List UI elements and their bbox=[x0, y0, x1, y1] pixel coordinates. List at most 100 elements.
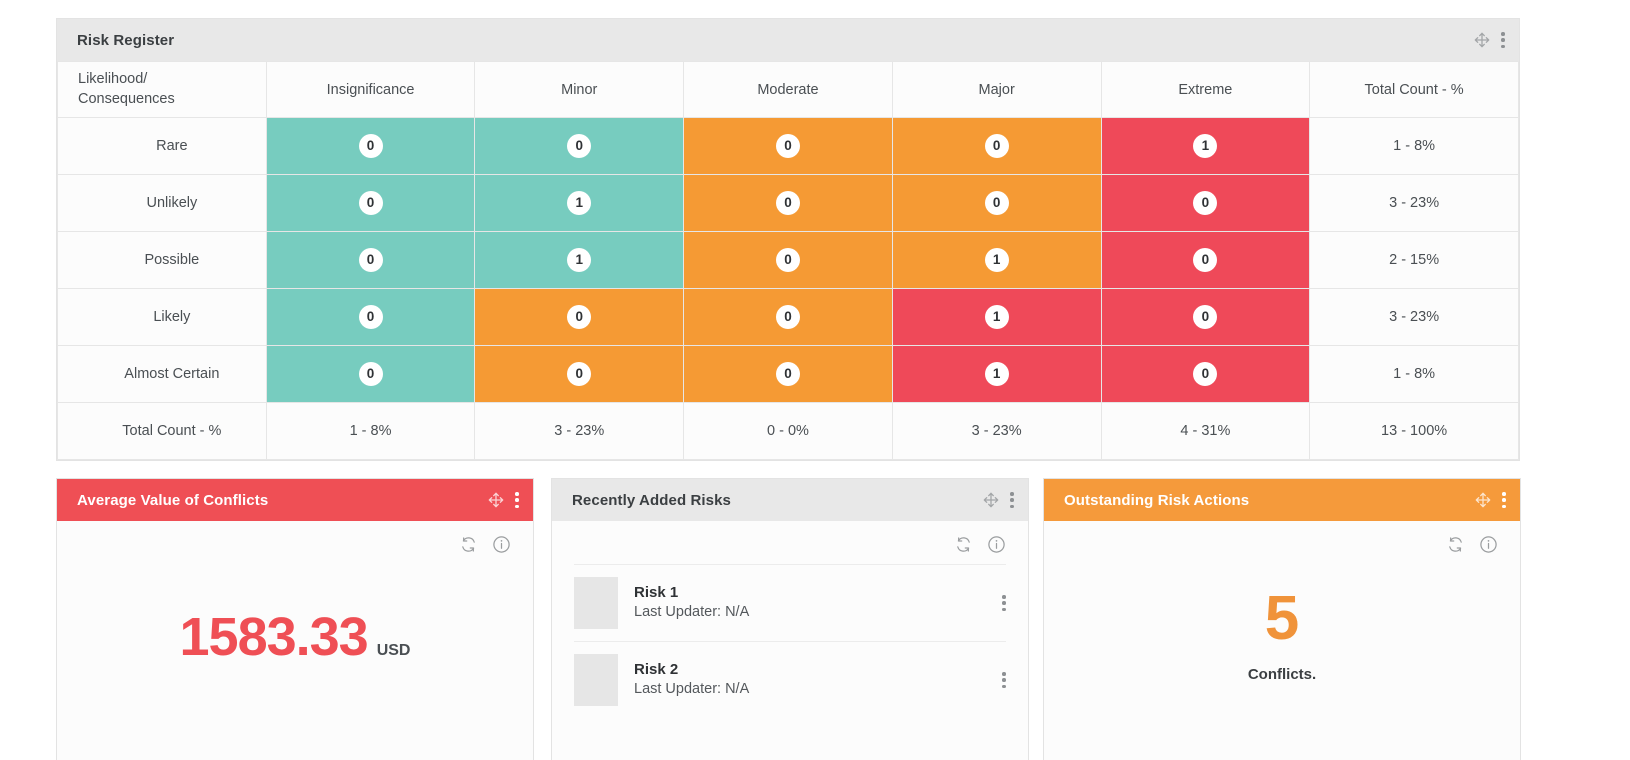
matrix-col-minor: Minor bbox=[474, 61, 685, 118]
matrix-cell-count: 0 bbox=[358, 305, 383, 329]
matrix-cell[interactable]: 0 bbox=[891, 174, 1102, 232]
matrix-cell[interactable]: 0 bbox=[1100, 288, 1311, 346]
matrix-cell[interactable]: 0 bbox=[683, 174, 893, 232]
kebab-menu-icon[interactable] bbox=[1002, 672, 1006, 688]
matrix-cell-count: 0 bbox=[567, 362, 592, 386]
matrix-cell[interactable]: 1 bbox=[891, 345, 1102, 403]
matrix-cell[interactable]: 0 bbox=[265, 174, 476, 232]
refresh-icon[interactable] bbox=[954, 535, 973, 554]
matrix-column-total: 4 - 31% bbox=[1100, 402, 1311, 460]
risk-list: Risk 1 Last Updater: N/A Risk 2 Last Update… bbox=[552, 564, 1028, 718]
corner-header-line-1: Likelihood/ bbox=[78, 70, 148, 87]
matrix-total-row: Total Count - % 1 - 8% 3 - 23% 0 - 0% 3 - 23… bbox=[57, 402, 1519, 460]
average-value-header: Average Value of Conflicts bbox=[57, 479, 533, 521]
matrix-cell[interactable]: 0 bbox=[474, 345, 685, 403]
matrix-cell[interactable]: 0 bbox=[683, 288, 893, 346]
matrix-cell[interactable]: 1 bbox=[474, 231, 685, 289]
outstanding-actions-header-tools bbox=[1475, 492, 1506, 508]
matrix-cell-count: 1 bbox=[567, 191, 592, 215]
average-value-widget: Average Value of Conflicts 1583.33 USD bbox=[56, 478, 534, 760]
matrix-cell-count: 0 bbox=[984, 191, 1009, 215]
kebab-menu-icon[interactable] bbox=[1501, 32, 1505, 48]
matrix-cell-count: 0 bbox=[1193, 191, 1218, 215]
recently-added-header: Recently Added Risks bbox=[552, 479, 1028, 521]
outstanding-actions-body: 5 Conflicts. bbox=[1044, 521, 1520, 760]
matrix-cell[interactable]: 0 bbox=[683, 231, 893, 289]
risk-name: Risk 1 bbox=[634, 584, 679, 602]
recently-added-header-tools bbox=[983, 492, 1014, 508]
matrix-col-extreme: Extreme bbox=[1100, 61, 1311, 118]
matrix-cell[interactable]: 0 bbox=[1100, 174, 1311, 232]
recently-added-body-tools bbox=[552, 521, 1028, 564]
matrix-cell[interactable]: 0 bbox=[474, 288, 685, 346]
kebab-menu-icon[interactable] bbox=[1010, 492, 1014, 508]
matrix-cell[interactable]: 0 bbox=[265, 288, 476, 346]
average-value-number: 1583.33 bbox=[179, 607, 369, 667]
average-value-title: Average Value of Conflicts bbox=[77, 491, 269, 509]
outstanding-risk-actions-widget: Outstanding Risk Actions 5 Conflicts. bbox=[1043, 478, 1521, 760]
list-item[interactable]: Risk 1 Last Updater: N/A bbox=[574, 564, 1006, 641]
risk-matrix-table: Likelihood/ Consequences Insignificance … bbox=[57, 61, 1519, 460]
counter-number: 5 bbox=[1264, 584, 1300, 653]
matrix-cell[interactable]: 1 bbox=[474, 174, 685, 232]
recently-added-risks-widget: Recently Added Risks Risk 1 Last Updater… bbox=[551, 478, 1029, 760]
matrix-row-total: 3 - 23% bbox=[1309, 174, 1519, 232]
matrix-cell-count: 1 bbox=[984, 362, 1009, 386]
kebab-menu-icon[interactable] bbox=[1002, 595, 1006, 611]
move-icon[interactable] bbox=[1475, 492, 1491, 508]
matrix-row: Likely 0 0 0 1 0 3 - 23% bbox=[57, 288, 1519, 346]
matrix-cell[interactable]: 0 bbox=[265, 345, 476, 403]
risk-register-header-tools bbox=[1474, 32, 1505, 48]
matrix-cell[interactable]: 0 bbox=[683, 117, 893, 175]
refresh-icon[interactable] bbox=[459, 535, 478, 554]
kebab-menu-icon[interactable] bbox=[515, 492, 519, 508]
matrix-row-total: 1 - 8% bbox=[1309, 345, 1519, 403]
matrix-cell[interactable]: 0 bbox=[1100, 345, 1311, 403]
matrix-cell-count: 0 bbox=[1193, 305, 1218, 329]
matrix-corner-header: Likelihood/ Consequences bbox=[57, 61, 267, 118]
matrix-cell-count: 0 bbox=[775, 191, 800, 215]
matrix-row: Possible 0 1 0 1 0 2 - 15% bbox=[57, 231, 1519, 289]
matrix-cell[interactable]: 0 bbox=[265, 117, 476, 175]
matrix-cell[interactable]: 0 bbox=[474, 117, 685, 175]
risk-name: Risk 2 bbox=[634, 661, 679, 679]
info-icon[interactable] bbox=[987, 535, 1006, 554]
matrix-body: Rare 0 0 0 0 1 1 - 8% Unlikely 0 1 0 0 0 3 - 23% Possi… bbox=[57, 117, 1519, 403]
matrix-cell[interactable]: 0 bbox=[891, 117, 1102, 175]
matrix-cell[interactable]: 0 bbox=[1100, 231, 1311, 289]
matrix-row-label: Almost Certain bbox=[57, 345, 267, 403]
risk-register-widget: Risk Register Likelihood/ Consequences I… bbox=[56, 18, 1520, 461]
risk-thumbnail bbox=[574, 654, 618, 706]
matrix-cell[interactable]: 0 bbox=[265, 231, 476, 289]
matrix-cell-count: 0 bbox=[775, 134, 800, 158]
matrix-cell-count: 0 bbox=[358, 134, 383, 158]
matrix-col-major: Major bbox=[891, 61, 1102, 118]
recently-added-title: Recently Added Risks bbox=[572, 491, 731, 509]
kebab-menu-icon[interactable] bbox=[1502, 492, 1506, 508]
move-icon[interactable] bbox=[1474, 32, 1490, 48]
average-value-header-tools bbox=[488, 492, 519, 508]
matrix-row: Almost Certain 0 0 0 1 0 1 - 8% bbox=[57, 345, 1519, 403]
risk-register-title: Risk Register bbox=[77, 31, 175, 49]
matrix-cell-count: 0 bbox=[1193, 248, 1218, 272]
matrix-cell[interactable]: 1 bbox=[1100, 117, 1311, 175]
risk-text-block: Risk 1 Last Updater: N/A bbox=[634, 583, 986, 623]
info-icon[interactable] bbox=[492, 535, 511, 554]
info-icon[interactable] bbox=[1479, 535, 1498, 554]
matrix-cell[interactable]: 1 bbox=[891, 231, 1102, 289]
list-item[interactable]: Risk 2 Last Updater: N/A bbox=[574, 641, 1006, 718]
move-icon[interactable] bbox=[488, 492, 504, 508]
average-value-unit: USD bbox=[376, 642, 411, 659]
matrix-row-label: Possible bbox=[57, 231, 267, 289]
refresh-icon[interactable] bbox=[1446, 535, 1465, 554]
matrix-column-total: 3 - 23% bbox=[474, 402, 685, 460]
matrix-col-moderate: Moderate bbox=[683, 61, 893, 118]
outstanding-actions-counter: 5 Conflicts. bbox=[1044, 584, 1520, 684]
matrix-cell-count: 0 bbox=[1193, 362, 1218, 386]
matrix-row-total: 1 - 8% bbox=[1309, 117, 1519, 175]
dashboard-page: Risk Register Likelihood/ Consequences I… bbox=[0, 0, 1630, 760]
matrix-cell[interactable]: 0 bbox=[683, 345, 893, 403]
average-value-body-tools bbox=[57, 521, 533, 564]
matrix-cell[interactable]: 1 bbox=[891, 288, 1102, 346]
move-icon[interactable] bbox=[983, 492, 999, 508]
